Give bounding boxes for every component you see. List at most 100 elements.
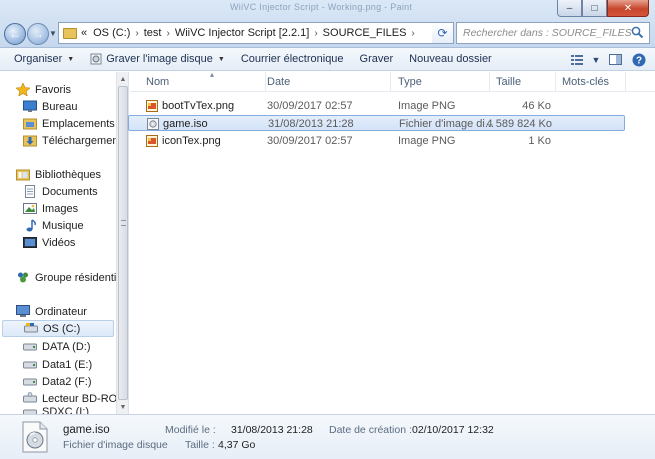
file-row-selected[interactable]: game.iso 31/08/2013 21:28 Fichier d'imag… (128, 115, 625, 131)
column-date[interactable]: Date (261, 72, 391, 92)
nav-drive-data2[interactable]: Data2 (F:) (23, 373, 92, 390)
breadcrumb-wiivc[interactable]: WiiVC Injector Script [2.2.1] (175, 27, 310, 39)
hard-drive-icon (23, 343, 37, 351)
change-view-button[interactable] (567, 51, 587, 69)
nav-libraries[interactable]: Bibliothèques (16, 166, 101, 183)
nav-homegroup[interactable]: Groupe résidentiel (16, 269, 125, 286)
svg-text:?: ? (636, 55, 642, 66)
nav-libraries-label: Bibliothèques (35, 168, 102, 181)
burn-button[interactable]: Graver (352, 48, 402, 71)
breadcrumb-test[interactable]: test (144, 27, 162, 39)
file-size: 4 589 824 Ko (486, 118, 552, 130)
details-file-name: game.iso (63, 424, 110, 436)
breadcrumb-os[interactable]: OS (C:) (93, 27, 130, 39)
nav-music[interactable]: Musique (23, 217, 84, 234)
nav-computer-label: Ordinateur (35, 305, 87, 318)
nav-music-label: Musique (42, 219, 84, 232)
column-type-label: Type (398, 76, 422, 88)
organize-label: Organiser (14, 53, 63, 65)
nav-os-label: OS (C:) (43, 322, 81, 335)
nav-images[interactable]: Images (23, 200, 78, 217)
nav-computer[interactable]: Ordinateur (16, 303, 87, 320)
details-file-type: Fichier d'image disque (63, 439, 168, 451)
details-created-label: Date de création : (329, 424, 412, 436)
nav-favorites-label: Favoris (35, 83, 72, 96)
iso-file-icon (147, 118, 159, 130)
preview-pane-button[interactable] (605, 51, 625, 69)
window-controls: – □ ✕ (557, 0, 649, 17)
help-button[interactable]: ? (629, 51, 649, 69)
title-bar: WiiVC Injector Script - Working.png - Pa… (0, 0, 655, 48)
search-icon[interactable] (631, 26, 644, 39)
folder-icon (63, 27, 77, 39)
nav-videos-label: Vidéos (42, 236, 76, 249)
nav-videos[interactable]: Vidéos (23, 234, 75, 251)
view-dropdown[interactable]: ▼ (591, 51, 601, 69)
breadcrumb-overflow[interactable]: « (81, 27, 87, 39)
burn-image-button[interactable]: Graver l'image disque ▼ (82, 48, 233, 71)
breadcrumb-source-files[interactable]: SOURCE_FILES (323, 27, 407, 39)
back-button[interactable]: ← (4, 23, 26, 45)
organize-menu[interactable]: Organiser ▼ (0, 48, 82, 71)
nav-desktop-label: Bureau (42, 100, 78, 113)
breadcrumb-separator[interactable]: › (314, 28, 317, 39)
file-size: 1 Ko (528, 135, 551, 147)
file-name: bootTvTex.png (162, 100, 235, 112)
column-name-label: Nom (146, 76, 170, 88)
nav-images-label: Images (42, 202, 79, 215)
nav-documents[interactable]: Documents (23, 183, 98, 200)
maximize-button[interactable]: □ (582, 0, 607, 17)
chevron-down-icon: ▼ (217, 55, 225, 63)
nav-data1-label: Data1 (E:) (42, 358, 93, 371)
nav-drive-os[interactable]: OS (C:) (2, 320, 114, 337)
help-icon: ? (632, 53, 646, 66)
scrollbar-thumb[interactable] (118, 86, 128, 400)
nav-downloads[interactable]: Téléchargements (23, 132, 127, 149)
file-date: 30/09/2017 02:57 (267, 135, 353, 147)
column-size[interactable]: Taille (490, 72, 556, 92)
nav-drive-data1[interactable]: Data1 (E:) (23, 356, 92, 373)
email-label: Courrier électronique (240, 53, 344, 65)
nav-favorites[interactable]: Favoris (16, 81, 71, 98)
forward-button[interactable]: → (27, 23, 49, 45)
column-tags[interactable]: Mots-clés (556, 72, 626, 92)
breadcrumb-separator[interactable]: › (166, 28, 169, 39)
address-bar[interactable]: « › OS (C:) › test › WiiVC Injector Scri… (58, 22, 452, 44)
burn-image-label: Graver l'image disque (106, 53, 213, 65)
nav-sdxc[interactable]: SDXC (I:) (23, 406, 89, 414)
breadcrumb-separator[interactable]: › (135, 28, 138, 39)
sort-ascending-icon: ▴ (210, 70, 215, 79)
scroll-up-icon[interactable]: ▲ (117, 72, 129, 86)
optical-drive-icon (23, 392, 37, 403)
file-row[interactable]: iconTex.png 30/09/2017 02:57 Image PNG 1… (130, 133, 625, 149)
minimize-button[interactable]: – (557, 0, 582, 17)
desktop-icon (23, 100, 37, 112)
email-button[interactable]: Courrier électronique (233, 48, 352, 71)
file-name: iconTex.png (162, 135, 221, 147)
new-folder-button[interactable]: Nouveau dossier (401, 48, 500, 71)
breadcrumb-separator[interactable]: › (411, 28, 414, 39)
navigation-pane: Favoris Bureau Emplacements récents Télé… (0, 72, 129, 414)
details-modified-value: 31/08/2013 21:28 (231, 424, 313, 436)
nav-recent-places[interactable]: Emplacements récents (23, 115, 128, 132)
scroll-down-icon[interactable]: ▼ (117, 400, 129, 414)
nav-documents-label: Documents (42, 185, 98, 198)
details-modified-label: Modifié le : (165, 424, 216, 436)
refresh-button[interactable]: ⟳ (432, 22, 454, 44)
details-created-value: 02/10/2017 12:32 (412, 424, 494, 436)
nav-scrollbar[interactable]: ▲ ▼ (116, 72, 128, 414)
nav-desktop[interactable]: Bureau (23, 98, 77, 115)
recent-pages-dropdown[interactable]: ▼ (49, 29, 57, 38)
column-type[interactable]: Type (392, 72, 490, 92)
search-placeholder: Rechercher dans : SOURCE_FILES (463, 27, 632, 39)
column-tags-label: Mots-clés (562, 76, 610, 88)
file-name: game.iso (163, 118, 208, 130)
search-input[interactable]: Rechercher dans : SOURCE_FILES (456, 22, 650, 44)
details-view-icon (571, 54, 583, 65)
close-button[interactable]: ✕ (607, 0, 649, 17)
column-name[interactable]: Nom ▴ (140, 70, 266, 92)
file-row[interactable]: bootTvTex.png 30/09/2017 02:57 Image PNG… (130, 98, 625, 114)
details-size-label: Taille : (185, 439, 215, 451)
nav-drive-data[interactable]: DATA (D:) (23, 338, 90, 355)
nav-bd-drive[interactable]: Lecteur BD-ROM (23, 390, 126, 407)
